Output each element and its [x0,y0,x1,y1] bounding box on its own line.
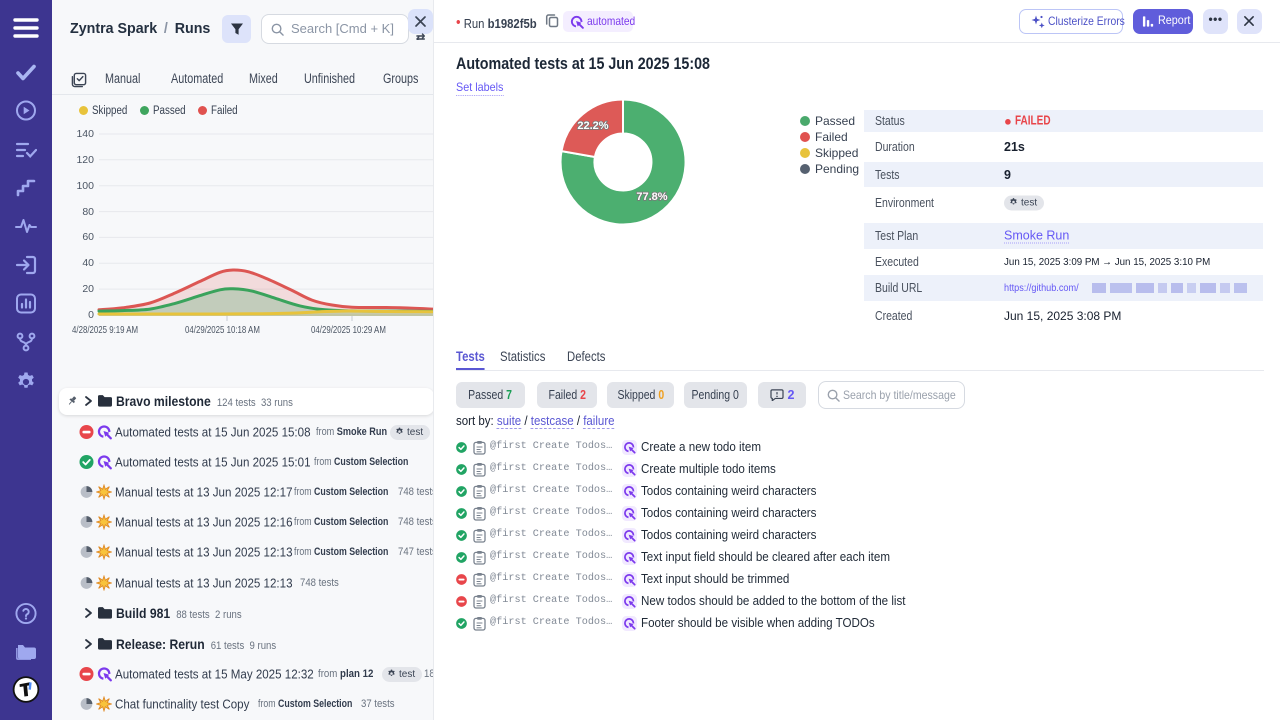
svg-text:22.2%: 22.2% [577,120,608,132]
svg-text:77.8%: 77.8% [636,191,667,203]
